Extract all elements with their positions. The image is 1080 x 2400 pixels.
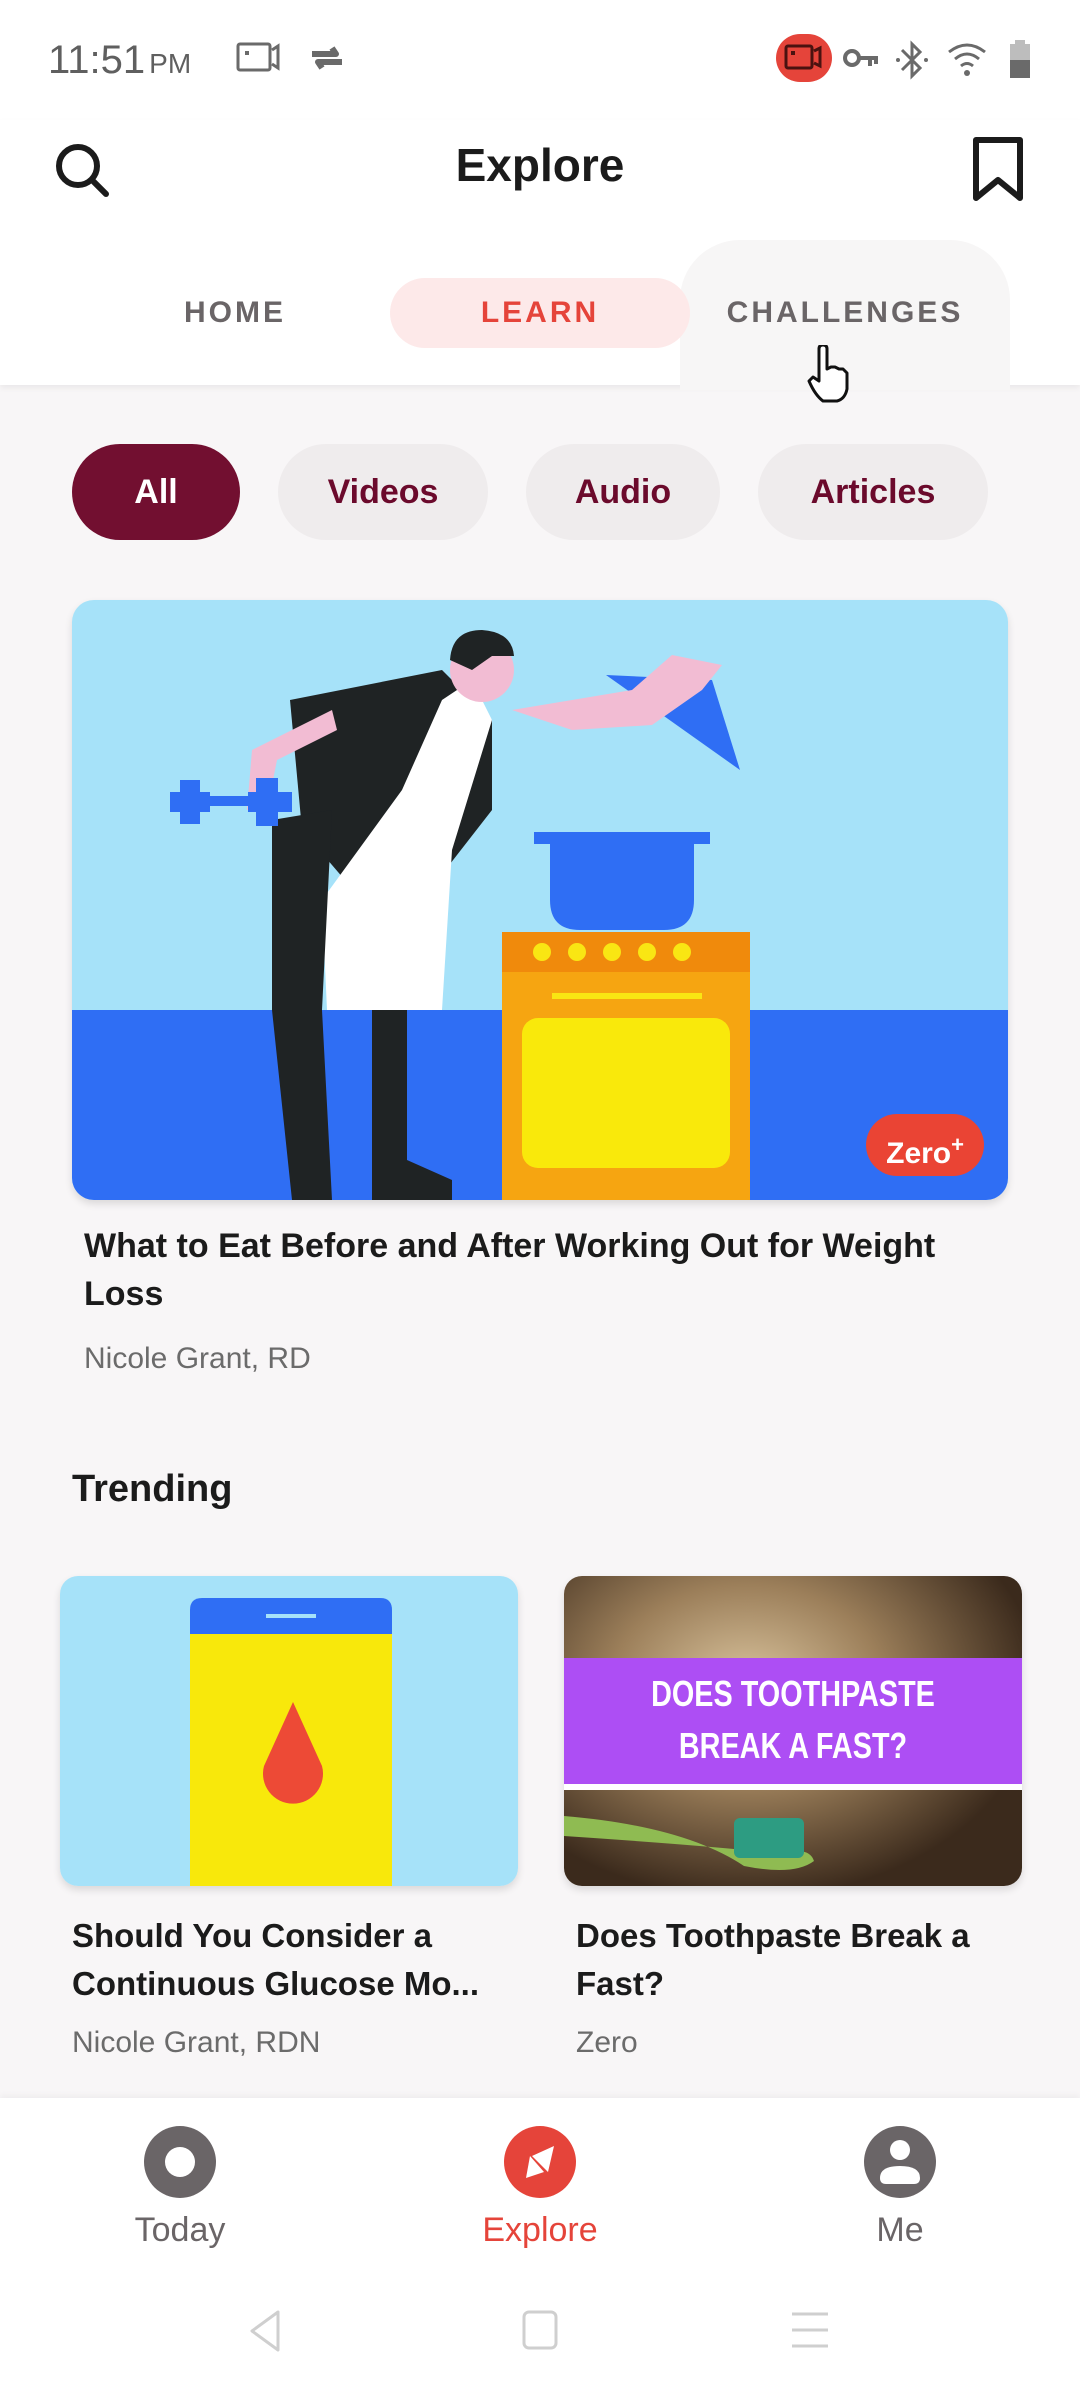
time-text: 11:51 bbox=[48, 38, 146, 82]
trending-card[interactable]: DOES TOOTHPASTE BREAK A FAST? Does Tooth… bbox=[564, 1576, 1022, 2060]
filter-chip-audio[interactable]: Audio bbox=[526, 444, 720, 540]
banner-divider bbox=[564, 1784, 1022, 1790]
today-ring-icon bbox=[144, 2126, 216, 2198]
trending-card-title: Should You Consider a Continuous Glucose… bbox=[72, 1917, 479, 2002]
bottom-navigation: Today Explore Me bbox=[0, 2098, 1080, 2400]
system-home-icon[interactable] bbox=[522, 2310, 558, 2350]
tab-home[interactable]: HOME bbox=[150, 278, 320, 348]
tab-challenges[interactable]: CHALLENGES bbox=[710, 278, 980, 348]
trending-card-image: DOES TOOTHPASTE BREAK A FAST? bbox=[564, 1576, 1022, 1886]
ampm-text: PM bbox=[149, 48, 192, 79]
trending-card-image bbox=[60, 1576, 518, 1886]
system-back-icon[interactable] bbox=[248, 2310, 284, 2352]
compass-icon bbox=[504, 2126, 576, 2198]
toothbrush-image bbox=[564, 1816, 814, 1870]
featured-article-author: Nicole Grant, RD bbox=[84, 1342, 311, 1375]
image-text: DOES TOOTHPASTE BREAK A FAST? bbox=[610, 1658, 976, 1772]
camera-recording-icon bbox=[776, 34, 832, 82]
trending-card-author: Zero bbox=[576, 2026, 638, 2059]
nav-label: Today bbox=[134, 2211, 226, 2249]
image-text-banner: DOES TOOTHPASTE BREAK A FAST? bbox=[564, 1658, 1022, 1784]
profile-icon bbox=[864, 2126, 936, 2198]
glucose-phone-illustration bbox=[60, 1576, 518, 1886]
trending-card-title: Does Toothpaste Break a Fast? bbox=[576, 1917, 970, 2002]
tab-learn[interactable]: LEARN bbox=[390, 278, 690, 348]
trending-card-author: Nicole Grant, RDN bbox=[72, 2026, 321, 2059]
battery-icon bbox=[1010, 40, 1030, 78]
badge-plus: + bbox=[951, 1132, 964, 1157]
bookmark-icon[interactable] bbox=[968, 136, 1028, 204]
system-menu-icon[interactable] bbox=[790, 2310, 830, 2350]
hand-cursor-icon bbox=[807, 345, 849, 403]
cooking-illustration bbox=[72, 600, 1008, 1200]
status-time: 11:51 PM bbox=[48, 38, 191, 83]
bluetooth-icon bbox=[896, 40, 928, 80]
page-title: Explore bbox=[455, 139, 625, 191]
nav-me[interactable]: Me bbox=[800, 2126, 1000, 2250]
filter-chip-articles[interactable]: Articles bbox=[758, 444, 988, 540]
zero-plus-badge: Zero+ bbox=[866, 1114, 984, 1176]
filter-chips: All Videos Audio Articles bbox=[0, 444, 1080, 540]
filter-chip-all[interactable]: All bbox=[72, 444, 240, 540]
top-tabs: HOME LEARN CHALLENGES bbox=[0, 270, 1080, 350]
screen-record-icon bbox=[236, 42, 280, 72]
nav-today[interactable]: Today bbox=[80, 2126, 280, 2250]
image-text-line: DOES TOOTHPASTE bbox=[651, 1673, 935, 1714]
trending-card[interactable]: Should You Consider a Continuous Glucose… bbox=[60, 1576, 518, 2060]
trending-heading: Trending bbox=[72, 1468, 233, 1510]
featured-article-title[interactable]: What to Eat Before and After Working Out… bbox=[84, 1222, 1004, 1318]
status-bar: 11:51 PM bbox=[0, 0, 1080, 120]
badge-text: Zero bbox=[886, 1137, 952, 1170]
wifi-icon bbox=[948, 43, 986, 76]
sync-icon bbox=[312, 46, 342, 70]
nav-label: Me bbox=[876, 2211, 924, 2249]
image-text-line: BREAK A FAST? bbox=[678, 1725, 908, 1766]
featured-article-image[interactable]: Zero+ bbox=[72, 600, 1008, 1200]
vpn-key-icon bbox=[843, 49, 878, 67]
nav-explore[interactable]: Explore bbox=[440, 2126, 640, 2250]
filter-chip-videos[interactable]: Videos bbox=[278, 444, 488, 540]
nav-label: Explore bbox=[482, 2211, 598, 2249]
